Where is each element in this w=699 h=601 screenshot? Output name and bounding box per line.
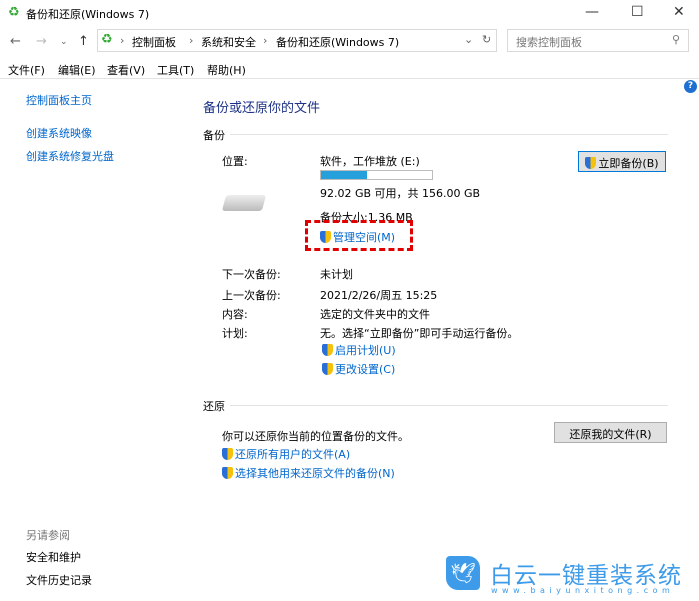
page-title: 备份或还原你的文件 (203, 101, 321, 116)
next-backup-label: 下一次备份: (222, 268, 281, 281)
shield-icon (222, 448, 233, 460)
maximize-button[interactable]: ☐ (631, 4, 644, 20)
change-settings-label: 更改设置(C) (335, 363, 396, 376)
restore-all-users-label: 还原所有用户的文件(A) (235, 448, 351, 461)
backup-section-title: 备份 (203, 129, 225, 142)
window-title: 备份和还原(Windows 7) (26, 8, 150, 21)
menu-edit[interactable]: 编辑(E) (58, 62, 96, 78)
schedule-value: 无。选择“立即备份”即可手动运行备份。 (320, 327, 519, 340)
enable-schedule-link[interactable]: 启用计划(U) (322, 342, 396, 358)
sidebar-item-repair-disc[interactable]: 创建系统修复光盘 (26, 148, 114, 164)
menu-help[interactable]: 帮助(H) (207, 62, 246, 78)
refresh-icon[interactable]: ↻ (482, 33, 491, 46)
breadcrumb-control-panel[interactable]: 控制面板 (132, 34, 176, 50)
control-panel-icon: ♻ (101, 32, 113, 47)
shield-icon (322, 363, 333, 375)
restore-section-title: 还原 (203, 400, 225, 413)
restore-description: 你可以还原你当前的位置备份的文件。 (222, 430, 409, 443)
up-icon[interactable]: ↑ (78, 34, 89, 49)
help-icon[interactable]: ? (684, 80, 697, 93)
sidebar-item-file-history[interactable]: 文件历史记录 (26, 572, 92, 588)
change-settings-link[interactable]: 更改设置(C) (322, 361, 395, 377)
disk-free-text: 92.02 GB 可用，共 156.00 GB (320, 187, 481, 200)
search-icon: ⚲ (671, 33, 680, 46)
breadcrumb-backup-restore[interactable]: 备份和还原(Windows 7) (276, 34, 399, 50)
manage-space-label: 管理空间(M) (333, 231, 396, 244)
backup-app-icon: ♻ (8, 5, 20, 20)
sidebar-item-home[interactable]: 控制面板主页 (26, 92, 92, 108)
divider (230, 134, 668, 135)
see-also-title: 另请参阅 (26, 529, 70, 542)
search-placeholder: 搜索控制面板 (516, 36, 582, 49)
select-other-backup-label: 选择其他用来还原文件的备份(N) (235, 467, 395, 480)
drive-icon (221, 195, 267, 211)
contents-value: 选定的文件夹中的文件 (320, 308, 430, 321)
chevron-right-icon: › (263, 34, 268, 47)
sidebar-item-security-maintenance[interactable]: 安全和维护 (26, 549, 81, 565)
minimize-button[interactable]: — (585, 4, 599, 20)
menu-file[interactable]: 文件(F) (8, 62, 45, 78)
divider (0, 78, 699, 79)
recent-dropdown-icon[interactable]: ⌄ (60, 37, 68, 47)
title-bar: ♻ 备份和还原(Windows 7) — ☐ ✕ (0, 0, 699, 26)
divider (230, 405, 668, 406)
back-icon[interactable]: ← (10, 34, 21, 49)
history-dropdown-icon[interactable]: ⌄ (464, 33, 473, 46)
search-input[interactable]: 搜索控制面板 ⚲ (507, 29, 689, 52)
menu-tools[interactable]: 工具(T) (157, 62, 194, 78)
contents-label: 内容: (222, 308, 248, 321)
sidebar-item-create-image[interactable]: 创建系统映像 (26, 125, 92, 141)
shield-icon (322, 344, 333, 356)
shield-icon (320, 231, 331, 243)
restore-all-users-link[interactable]: 还原所有用户的文件(A) (222, 446, 350, 462)
address-bar[interactable]: ♻ › 控制面板 › 系统和安全 › 备份和还原(Windows 7) ⌄ ↻ (97, 29, 497, 52)
close-button[interactable]: ✕ (673, 4, 685, 20)
location-label: 位置: (222, 155, 248, 168)
schedule-label: 计划: (222, 327, 248, 340)
next-backup-value: 未计划 (320, 268, 353, 281)
restore-files-button[interactable]: 还原我的文件(R) (554, 422, 667, 443)
last-backup-value: 2021/2/26/周五 15:25 (320, 289, 438, 302)
watermark-brand: 白云一键重装系统 (490, 563, 682, 589)
select-other-backup-link[interactable]: 选择其他用来还原文件的备份(N) (222, 465, 395, 481)
shield-icon (222, 467, 233, 479)
watermark-url: www.baiyunxitong.com (491, 586, 675, 595)
forward-icon[interactable]: → (36, 34, 47, 49)
disk-usage-bar (320, 170, 433, 180)
chevron-right-icon: › (189, 34, 194, 47)
chevron-right-icon: › (120, 34, 125, 47)
breadcrumb-system-security[interactable]: 系统和安全 (201, 34, 256, 50)
disk-usage-fill (321, 171, 367, 179)
backup-now-button[interactable]: 立即备份(B) (578, 151, 666, 172)
location-value: 软件，工作堆放 (E:) (320, 155, 420, 168)
menu-view[interactable]: 查看(V) (107, 62, 145, 78)
last-backup-label: 上一次备份: (222, 289, 281, 302)
backup-now-label: 立即备份(B) (598, 157, 659, 170)
manage-space-link[interactable]: 管理空间(M) (320, 229, 395, 245)
enable-schedule-label: 启用计划(U) (335, 344, 396, 357)
bird-logo-icon: 🕊 (446, 556, 480, 590)
shield-icon (585, 157, 597, 169)
